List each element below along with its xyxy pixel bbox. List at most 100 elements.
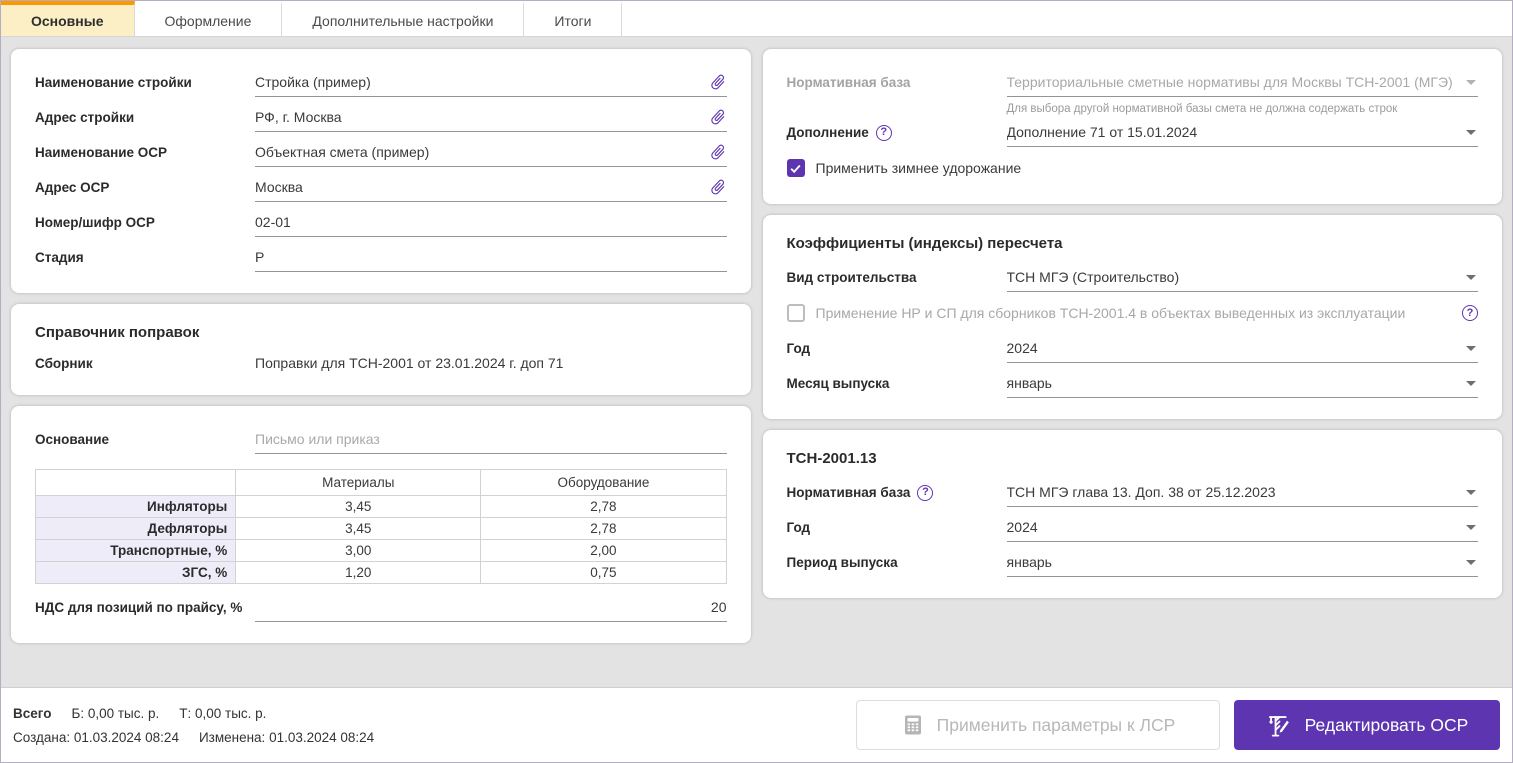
dates-line: Создана: 01.03.2024 08:24 Изменена: 01.0… bbox=[13, 730, 374, 745]
edit-osr-label: Редактировать ОСР bbox=[1305, 715, 1469, 736]
attach-link-icon[interactable] bbox=[705, 174, 730, 199]
osr-name-label: Наименование ОСР bbox=[35, 145, 255, 160]
help-icon[interactable]: ? bbox=[917, 485, 933, 501]
tab-main-label: Основные bbox=[31, 13, 104, 29]
coeff-year-row: Год 2024 bbox=[787, 331, 1479, 366]
card-corrections: Справочник поправок Сборник Поправки для… bbox=[11, 304, 751, 395]
osr-address-label: Адрес ОСР bbox=[35, 180, 255, 195]
cell-materials[interactable]: 3,00 bbox=[236, 540, 481, 562]
attach-link-icon[interactable] bbox=[705, 139, 730, 164]
totals-line: Всего Б: 0,00 тыс. р. Т: 0,00 тыс. р. bbox=[13, 706, 374, 721]
tab-totals[interactable]: Итоги bbox=[524, 1, 622, 36]
indices-table-header-row: Материалы Оборудование bbox=[36, 470, 727, 496]
coeff-month-row: Месяц выпуска январь bbox=[787, 366, 1479, 401]
construction-type-label: Вид строительства bbox=[787, 270, 1007, 285]
nrsp-checkbox-row: Применение НР и СП для сборников ТСН-200… bbox=[787, 295, 1479, 331]
tsn13-base-select[interactable]: ТСН МГЭ глава 13. Доп. 38 от 25.12.2023 bbox=[1007, 478, 1479, 507]
table-row-deflators: Дефляторы 3,45 2,78 bbox=[36, 518, 727, 540]
construction-address-label: Адрес стройки bbox=[35, 110, 255, 125]
help-icon[interactable]: ? bbox=[876, 125, 892, 141]
osr-name-field bbox=[255, 138, 727, 167]
tab-additional-settings[interactable]: Дополнительные настройки bbox=[282, 1, 524, 36]
tsn13-year-label: Год bbox=[787, 520, 1007, 535]
chevron-down-icon bbox=[1466, 130, 1476, 135]
crane-edit-icon bbox=[1266, 712, 1293, 739]
field-row-osr-number: Номер/шифр ОСР bbox=[35, 205, 727, 240]
footer-bar: Всего Б: 0,00 тыс. р. Т: 0,00 тыс. р. Со… bbox=[1, 687, 1512, 762]
construction-name-input[interactable] bbox=[255, 74, 701, 90]
construction-address-field bbox=[255, 103, 727, 132]
collection-label: Сборник bbox=[35, 356, 255, 371]
osr-number-field bbox=[255, 208, 727, 237]
basis-row: Основание bbox=[35, 422, 727, 457]
tsn13-base-label-wrap: Нормативная база ? bbox=[787, 485, 1007, 501]
cell-equipment[interactable]: 2,00 bbox=[481, 540, 726, 562]
attach-link-icon[interactable] bbox=[705, 69, 730, 94]
cell-materials[interactable]: 3,45 bbox=[236, 518, 481, 540]
card-tsn13: ТСН-2001.13 Нормативная база ? ТСН МГЭ г… bbox=[763, 430, 1503, 598]
collection-value: Поправки для ТСН-2001 от 23.01.2024 г. д… bbox=[255, 355, 563, 371]
supplement-select[interactable]: Дополнение 71 от 15.01.2024 bbox=[1007, 118, 1479, 147]
osr-name-input[interactable] bbox=[255, 144, 701, 160]
normative-base-label: Нормативная база bbox=[787, 75, 1007, 90]
coeff-month-select[interactable]: январь bbox=[1007, 369, 1479, 398]
nrsp-checkbox bbox=[787, 304, 805, 322]
normative-base-row: Нормативная база Территориальные сметные… bbox=[787, 65, 1479, 100]
osr-number-label: Номер/шифр ОСР bbox=[35, 215, 255, 230]
chevron-down-icon bbox=[1466, 346, 1476, 351]
construction-address-input[interactable] bbox=[255, 109, 701, 125]
cell-equipment[interactable]: 2,78 bbox=[481, 496, 726, 518]
supplement-row: Дополнение ? Дополнение 71 от 15.01.2024 bbox=[787, 115, 1479, 150]
calculator-icon bbox=[901, 713, 925, 737]
row-label: Транспортные, % bbox=[36, 540, 236, 562]
tab-main[interactable]: Основные bbox=[1, 1, 135, 36]
chevron-down-icon bbox=[1466, 525, 1476, 530]
basis-input[interactable] bbox=[255, 431, 727, 447]
cell-materials[interactable]: 1,20 bbox=[236, 562, 481, 584]
tsn13-period-value: январь bbox=[1007, 554, 1052, 570]
table-row-transport: Транспортные, % 3,00 2,00 bbox=[36, 540, 727, 562]
osr-number-input[interactable] bbox=[255, 214, 727, 230]
nds-label: НДС для позиций по прайсу, % bbox=[35, 600, 255, 615]
cell-equipment[interactable]: 2,78 bbox=[481, 518, 726, 540]
chevron-down-icon bbox=[1466, 560, 1476, 565]
total-current-value: Т: 0,00 тыс. р. bbox=[179, 706, 266, 721]
tsn13-period-select[interactable]: январь bbox=[1007, 548, 1479, 577]
apply-parameters-label: Применить параметры к ЛСР bbox=[937, 715, 1176, 736]
indices-header-empty bbox=[36, 470, 236, 496]
supplement-label: Дополнение bbox=[787, 125, 869, 140]
help-icon[interactable]: ? bbox=[1462, 305, 1478, 321]
coeff-month-value: январь bbox=[1007, 375, 1052, 391]
nds-field bbox=[255, 593, 727, 622]
nds-row: НДС для позиций по прайсу, % bbox=[35, 590, 727, 625]
coeff-year-select[interactable]: 2024 bbox=[1007, 334, 1479, 363]
coeff-year-label: Год bbox=[787, 341, 1007, 356]
construction-type-select[interactable]: ТСН МГЭ (Строительство) bbox=[1007, 263, 1479, 292]
table-row-inflators: Инфляторы 3,45 2,78 bbox=[36, 496, 727, 518]
indices-header-materials: Материалы bbox=[236, 470, 481, 496]
basis-field bbox=[255, 425, 727, 454]
winter-checkbox[interactable] bbox=[787, 159, 805, 177]
tsn13-year-select[interactable]: 2024 bbox=[1007, 513, 1479, 542]
coeff-month-label: Месяц выпуска bbox=[787, 376, 1007, 391]
stage-input[interactable] bbox=[255, 249, 727, 265]
card-main-fields: Наименование стройки Адрес стройки Наиме… bbox=[11, 49, 751, 293]
tsn13-year-row: Год 2024 bbox=[787, 510, 1479, 545]
edit-osr-button[interactable]: Редактировать ОСР bbox=[1234, 700, 1500, 750]
created-timestamp: Создана: 01.03.2024 08:24 bbox=[13, 730, 179, 745]
tsn13-year-value: 2024 bbox=[1007, 519, 1038, 535]
cell-equipment[interactable]: 0,75 bbox=[481, 562, 726, 584]
normative-base-select: Территориальные сметные нормативы для Мо… bbox=[1007, 68, 1479, 97]
field-row-osr-address: Адрес ОСР bbox=[35, 170, 727, 205]
tsn13-base-row: Нормативная база ? ТСН МГЭ глава 13. Доп… bbox=[787, 475, 1479, 510]
apply-parameters-button[interactable]: Применить параметры к ЛСР bbox=[856, 700, 1220, 750]
attach-link-icon[interactable] bbox=[705, 104, 730, 129]
indices-table: Материалы Оборудование Инфляторы 3,45 2,… bbox=[35, 469, 727, 584]
osr-address-input[interactable] bbox=[255, 179, 701, 195]
tab-design-label: Оформление bbox=[165, 13, 252, 29]
card-normative-base: Нормативная база Территориальные сметные… bbox=[763, 49, 1503, 204]
cell-materials[interactable]: 3,45 bbox=[236, 496, 481, 518]
tab-design[interactable]: Оформление bbox=[135, 1, 283, 36]
tab-bar: Основные Оформление Дополнительные настр… bbox=[1, 1, 1512, 37]
nds-input[interactable] bbox=[255, 599, 727, 615]
